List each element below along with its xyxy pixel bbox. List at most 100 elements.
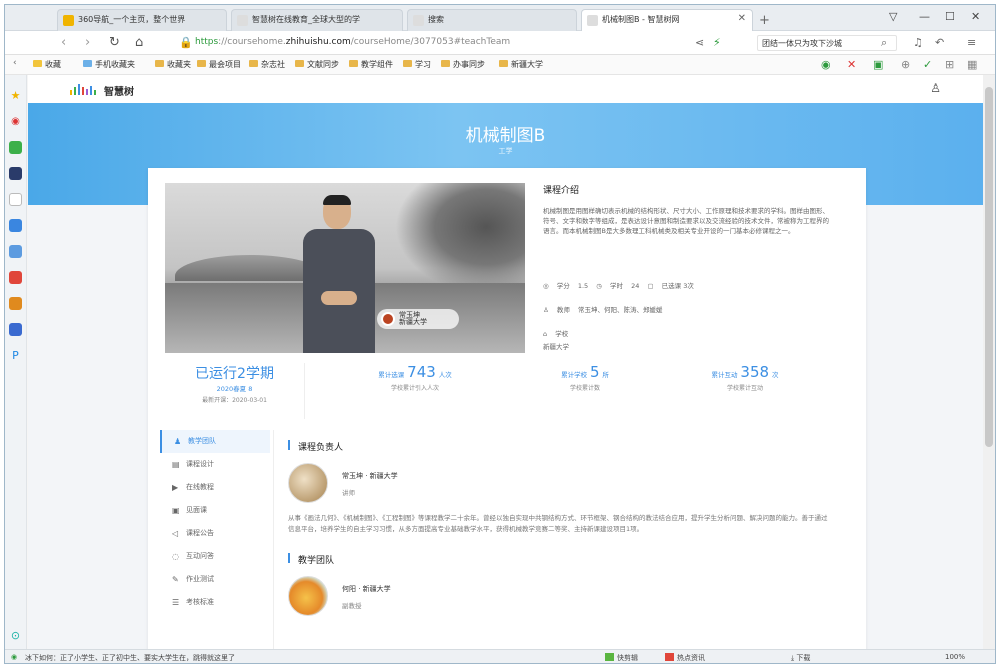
tool-icon[interactable] <box>9 323 22 336</box>
translate-icon[interactable]: ⊕ <box>901 58 910 71</box>
menu-item-test[interactable]: ✎ 作业测试 <box>160 568 270 591</box>
stat-interact-sub: 学校累计互动 <box>726 385 763 392</box>
page-icon <box>413 15 424 26</box>
stat-schools-unit: 所 <box>602 371 609 379</box>
leader-section-title: 课程负责人 <box>288 440 843 453</box>
course-video[interactable]: 常玉坤 新疆大学 <box>165 183 525 353</box>
url-prefix: ://coursehome. <box>218 37 286 47</box>
status-ok-icon[interactable]: ◉ <box>821 58 831 71</box>
scrollbar-thumb[interactable] <box>985 87 993 447</box>
tab-search[interactable]: 搜索 <box>407 9 577 31</box>
refresh-button[interactable]: ↻ <box>109 35 120 50</box>
collapse-icon[interactable]: ‹ <box>13 58 17 68</box>
course-title: 机械制图B <box>465 126 546 146</box>
team-section-title: 教学团队 <box>288 553 843 566</box>
search-input[interactable]: 团结一体只为攻下沙城 <box>757 35 897 51</box>
exam-icon: ☰ <box>172 598 180 607</box>
new-tab-button[interactable]: + <box>759 13 770 28</box>
screenshot-icon[interactable]: ▣ <box>873 58 883 71</box>
zoom-level[interactable]: 100% <box>945 653 965 661</box>
menu-item-meeting[interactable]: ▣ 见面课 <box>160 499 270 522</box>
intro-text: 机械制图是用图样确切表示机械的结构形状、尺寸大小、工作原理和技术要求的学科。图样… <box>543 207 829 235</box>
block-icon[interactable]: ✕ <box>847 58 856 71</box>
doc-icon[interactable] <box>9 193 22 206</box>
share-icon[interactable]: ⋖ <box>695 36 704 49</box>
school-value: 新疆大学 <box>543 343 569 351</box>
url-field[interactable]: https://coursehome.zhihuishu.com/courseH… <box>195 35 695 51</box>
status-bar: ◉ 冰下如何：正了小学生、正了初中生、要实大学生在，跳得就这里了 快剪辑 热点资… <box>5 649 995 663</box>
avatar[interactable] <box>288 576 328 616</box>
bookmark-item[interactable]: 收藏 <box>33 59 61 70</box>
site-logo[interactable]: 智慧树 <box>70 83 134 98</box>
user-icon[interactable]: ♙ <box>930 81 941 95</box>
stat-enroll-unit: 人次 <box>438 371 452 379</box>
menu-item-qa[interactable]: ◌ 互动问答 <box>160 545 270 568</box>
bookmark-item[interactable]: 手机收藏夹 <box>83 59 135 70</box>
selected-icon: ▢ <box>647 282 654 290</box>
leader-name[interactable]: 常玉坤 · 新疆大学 <box>342 471 398 481</box>
chat-icon[interactable] <box>9 141 22 154</box>
tab-zhihuishu[interactable]: 智慧树在线教育_全球大型的学 <box>231 9 403 31</box>
video-presenter <box>295 195 385 353</box>
course-menu: ♟ 教学团队 ▤ 课程设计 ▶ 在线教程 ▣ 见面课 ◁ 课程公告 ◌ 互动问答 ✎ 作业测试… <box>160 430 270 614</box>
message-icon[interactable] <box>9 219 22 232</box>
favorites-icon[interactable]: ★ <box>9 89 22 102</box>
menu-item-design[interactable]: ▤ 课程设计 <box>160 453 270 476</box>
search-icon[interactable]: ⌕ <box>881 36 887 50</box>
team-icon: ♟ <box>174 437 182 446</box>
avatar[interactable] <box>288 463 328 503</box>
p-icon[interactable]: P <box>9 349 22 362</box>
speed-icon[interactable]: ⚡ <box>713 36 721 49</box>
member-role: 副教授 <box>342 602 362 610</box>
menu-icon[interactable]: ▽ <box>889 10 897 23</box>
check-icon[interactable]: ✓ <box>923 58 932 71</box>
mail-icon[interactable] <box>9 297 22 310</box>
forward-button[interactable]: › <box>85 35 90 50</box>
bookmark-item[interactable]: 收藏夹 <box>155 59 191 70</box>
page-scrollbar[interactable] <box>983 75 995 649</box>
minimize-button[interactable]: — <box>919 10 930 23</box>
hot-news[interactable]: 热点资讯 <box>665 653 705 663</box>
tab-course-active[interactable]: 机械制图B - 智慧树网 ✕ <box>581 9 753 31</box>
extensions-icon[interactable]: ⊞ <box>945 58 954 71</box>
video-icon[interactable] <box>9 271 22 284</box>
close-window-button[interactable]: ✕ <box>971 10 980 23</box>
stat-enroll-label: 累计选课 <box>378 371 405 379</box>
back-button[interactable]: ‹ <box>61 35 66 50</box>
tab-360-nav[interactable]: 360导航_一个主页，整个世界 <box>57 9 227 31</box>
stat-schools-value: 5 <box>589 363 600 381</box>
headphone-icon[interactable]: ♫ <box>913 36 923 49</box>
home-button[interactable]: ⌂ <box>135 35 143 50</box>
bookmark-item[interactable]: 教学组件 <box>349 59 393 70</box>
bookmark-item[interactable]: 杂志社 <box>249 59 285 70</box>
bookmark-item[interactable]: 办事同步 <box>441 59 485 70</box>
bookmark-item[interactable]: 学习 <box>403 59 431 70</box>
app-icon[interactable] <box>9 167 22 180</box>
undo-icon[interactable]: ↶ <box>935 36 944 49</box>
bookmark-item[interactable]: 新疆大学 <box>499 59 543 70</box>
game-icon[interactable] <box>9 245 22 258</box>
news-ticker[interactable]: 冰下如何：正了小学生、正了初中生、要实大学生在，跳得就这里了 <box>25 653 235 663</box>
stat-schools-label: 累计学校 <box>561 371 588 379</box>
bookmark-item[interactable]: 文献同步 <box>295 59 339 70</box>
member-row: 何阳 · 新疆大学 副教授 <box>288 576 843 620</box>
logo-bars-icon <box>70 84 96 95</box>
clip-tool[interactable]: 快剪辑 <box>605 653 638 663</box>
school-icon: ⌂ <box>543 330 548 338</box>
close-tab-icon[interactable]: ✕ <box>738 13 746 24</box>
settings-icon[interactable]: ⊙ <box>9 629 22 642</box>
menu-item-tutorial[interactable]: ▶ 在线教程 <box>160 476 270 499</box>
maximize-button[interactable]: ☐ <box>945 10 955 23</box>
tab-label: 智慧树在线教育_全球大型的学 <box>252 15 360 24</box>
menu-item-exam[interactable]: ☰ 考核标准 <box>160 591 270 614</box>
credit-value: 1.5 <box>577 282 589 290</box>
download[interactable]: ⤓ 下载 <box>791 653 810 663</box>
course-meta: ◎ 学分 1.5 ◷ 学时 24 ▢ 已选课 3次 ♙ 教师 常玉坤、何阳、陈涛… <box>543 280 843 351</box>
member-name[interactable]: 何阳 · 新疆大学 <box>342 584 391 594</box>
menu-item-notice[interactable]: ◁ 课程公告 <box>160 522 270 545</box>
bookmark-item[interactable]: 最会项目 <box>197 59 241 70</box>
watch-icon[interactable]: ◉ <box>9 115 22 128</box>
menu-item-team[interactable]: ♟ 教学团队 <box>160 430 270 453</box>
main-menu-icon[interactable]: ≡ <box>967 36 976 49</box>
grid-icon[interactable]: ▦ <box>967 58 977 71</box>
